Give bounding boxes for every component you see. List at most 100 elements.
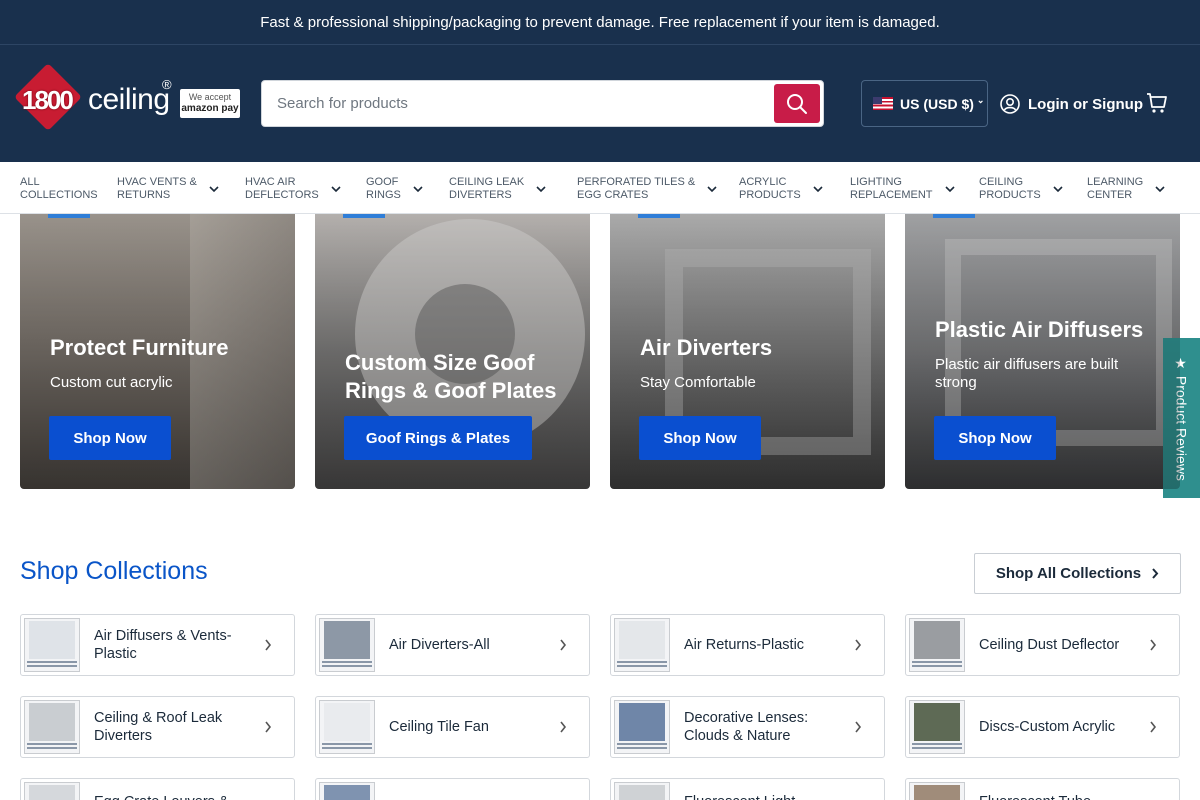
announcement-bar: Fast & professional shipping/packaging t… [0, 0, 1200, 45]
cart-button[interactable] [1146, 92, 1168, 119]
chevron-down-icon [944, 185, 955, 192]
collection-name: Egg Crate Louvers & [94, 779, 244, 800]
caret-down-icon: ⌄ [976, 95, 985, 105]
promo-card-protect-furniture[interactable]: Protect Furniture Custom cut acrylic Sho… [20, 214, 295, 489]
collection-thumbnail [614, 618, 670, 672]
promo-subtitle: Plastic air diffusers are built strong [935, 356, 1119, 391]
shop-now-button[interactable]: Shop Now [639, 416, 761, 460]
nav-item-all-collections[interactable]: All Collections [20, 176, 98, 202]
shop-all-label: Shop All Collections [995, 565, 1142, 582]
site-header: 1800 ceiling ® We accept amazon pay US (… [0, 45, 1200, 162]
collection-thumbnail [909, 618, 965, 672]
chevron-down-icon [1155, 185, 1165, 192]
collection-thumbnail [909, 782, 965, 800]
promo-subtitle: Stay Comfortable [640, 374, 756, 391]
logo-registered-mark: ® [162, 77, 172, 92]
nav-item-label: Learning Center [1087, 176, 1144, 201]
amazon-badge-line2: amazon pay [181, 103, 239, 114]
collection-card[interactable]: Egg Crate Louvers & [20, 778, 295, 800]
nav-item-goof-rings[interactable]: Goof Rings [366, 176, 423, 202]
collection-name: Decorative Lenses: Clouds & Nature [684, 710, 809, 744]
logo-word: ceiling [88, 83, 170, 116]
chevron-right-icon [560, 639, 567, 651]
promo-tag [933, 214, 975, 218]
search-icon [787, 93, 807, 114]
us-flag-icon [873, 97, 893, 110]
collection-thumbnail [24, 618, 80, 672]
collection-card[interactable]: Decorative Lenses: Clouds & Nature [610, 696, 885, 758]
nav-item-label: Goof Rings [366, 176, 401, 201]
user-icon [1000, 94, 1020, 114]
promo-card-air-diverters[interactable]: Air Diverters Stay Comfortable Shop Now [610, 214, 885, 489]
search-box [261, 80, 824, 127]
collection-card[interactable]: Air Diffusers & Vents-Plastic [20, 614, 295, 676]
collection-card[interactable]: Ceiling & Roof Leak Diverters [20, 696, 295, 758]
nav-item-label: HVAC Vents & Returns [117, 176, 197, 201]
collection-card[interactable]: Discs-Custom Acrylic [905, 696, 1180, 758]
collection-card[interactable]: Air Diverters-All [315, 614, 590, 676]
collection-name: Air Diverters-All [389, 637, 490, 653]
chevron-right-icon [1152, 568, 1159, 579]
nav-item-label: Perforated Tiles & Egg Crates [577, 176, 696, 201]
collection-card[interactable] [315, 778, 590, 800]
shop-now-button[interactable]: Shop Now [934, 416, 1056, 460]
site-logo[interactable]: 1800 ceiling ® [14, 63, 180, 139]
collection-thumbnail [24, 700, 80, 754]
collection-name: Air Diffusers & Vents-Plastic [94, 628, 232, 662]
collection-thumbnail [614, 700, 670, 754]
chevron-down-icon [331, 185, 341, 192]
promo-title: Protect Furniture [50, 335, 229, 360]
search-input[interactable] [262, 81, 772, 126]
promo-card-goof-rings[interactable]: Custom Size Goof Rings & Goof Plates Goo… [315, 214, 590, 489]
collection-card[interactable]: Ceiling Tile Fan [315, 696, 590, 758]
nav-item-lighting[interactable]: Lighting Replacement [850, 176, 955, 202]
cart-icon [1147, 93, 1167, 113]
chevron-down-icon [209, 185, 219, 192]
promo-tag [638, 214, 680, 218]
currency-label: US (USD $) [900, 95, 974, 112]
collection-thumbnail [614, 782, 670, 800]
collection-name: Fluorescent Light [684, 779, 834, 800]
nav-item-ceiling-products[interactable]: Ceiling Products [979, 176, 1063, 202]
amazon-pay-badge: We accept amazon pay [180, 89, 240, 118]
collection-name: Fluorescent Tube [979, 779, 1129, 800]
collection-thumbnail [909, 700, 965, 754]
chevron-right-icon [855, 721, 862, 733]
shop-now-button[interactable]: Shop Now [49, 416, 171, 460]
section-title: Shop Collections [20, 557, 208, 585]
nav-item-label: Acrylic Products [739, 176, 801, 201]
collection-name: Discs-Custom Acrylic [979, 719, 1116, 735]
shop-all-collections-button[interactable]: Shop All Collections [974, 553, 1181, 594]
collection-card[interactable]: Air Returns-Plastic [610, 614, 885, 676]
collection-card[interactable]: Fluorescent Light [610, 778, 885, 800]
collection-name: Ceiling Tile Fan [389, 719, 489, 735]
goof-rings-button[interactable]: Goof Rings & Plates [344, 416, 532, 460]
currency-selector[interactable]: US (USD $) ⌄ [861, 80, 988, 127]
nav-item-label: Lighting Replacement [850, 176, 933, 201]
collection-card[interactable]: Ceiling Dust Deflector [905, 614, 1180, 676]
chevron-down-icon [1053, 185, 1063, 192]
account-link[interactable]: Login or Signup [1000, 93, 1143, 115]
search-button[interactable] [774, 84, 820, 123]
collection-card[interactable]: Fluorescent Tube [905, 778, 1180, 800]
nav-item-acrylic-products[interactable]: Acrylic Products [739, 176, 823, 202]
nav-item-label: All Collections [20, 176, 98, 201]
nav-item-hvac-deflectors[interactable]: HVAC Air Deflectors [245, 176, 341, 202]
chevron-down-icon [413, 185, 423, 192]
nav-item-label: Ceiling Products [979, 176, 1041, 201]
nav-item-learning-center[interactable]: Learning Center [1087, 176, 1165, 202]
nav-item-perforated-tiles[interactable]: Perforated Tiles & Egg Crates [577, 176, 717, 202]
nav-item-leak-diverters[interactable]: Ceiling Leak Diverters [449, 176, 546, 202]
collection-name: Air Returns-Plastic [684, 637, 805, 653]
promo-title: Air Diverters [640, 335, 773, 360]
promo-title: Plastic Air Diffusers [935, 317, 1144, 342]
chevron-down-icon [536, 185, 546, 192]
chevron-right-icon [265, 639, 272, 651]
amazon-badge-line1: We accept [188, 92, 232, 102]
nav-item-hvac-vents[interactable]: HVAC Vents & Returns [117, 176, 219, 202]
main-nav: All Collections HVAC Vents & Returns HVA… [0, 162, 1200, 214]
collection-name: Ceiling Dust Deflector [979, 637, 1120, 653]
promo-title: Custom Size Goof Rings & Goof Plates [345, 350, 557, 403]
chevron-right-icon [265, 721, 272, 733]
promo-card-plastic-diffusers[interactable]: Plastic Air Diffusers Plastic air diffus… [905, 214, 1180, 489]
